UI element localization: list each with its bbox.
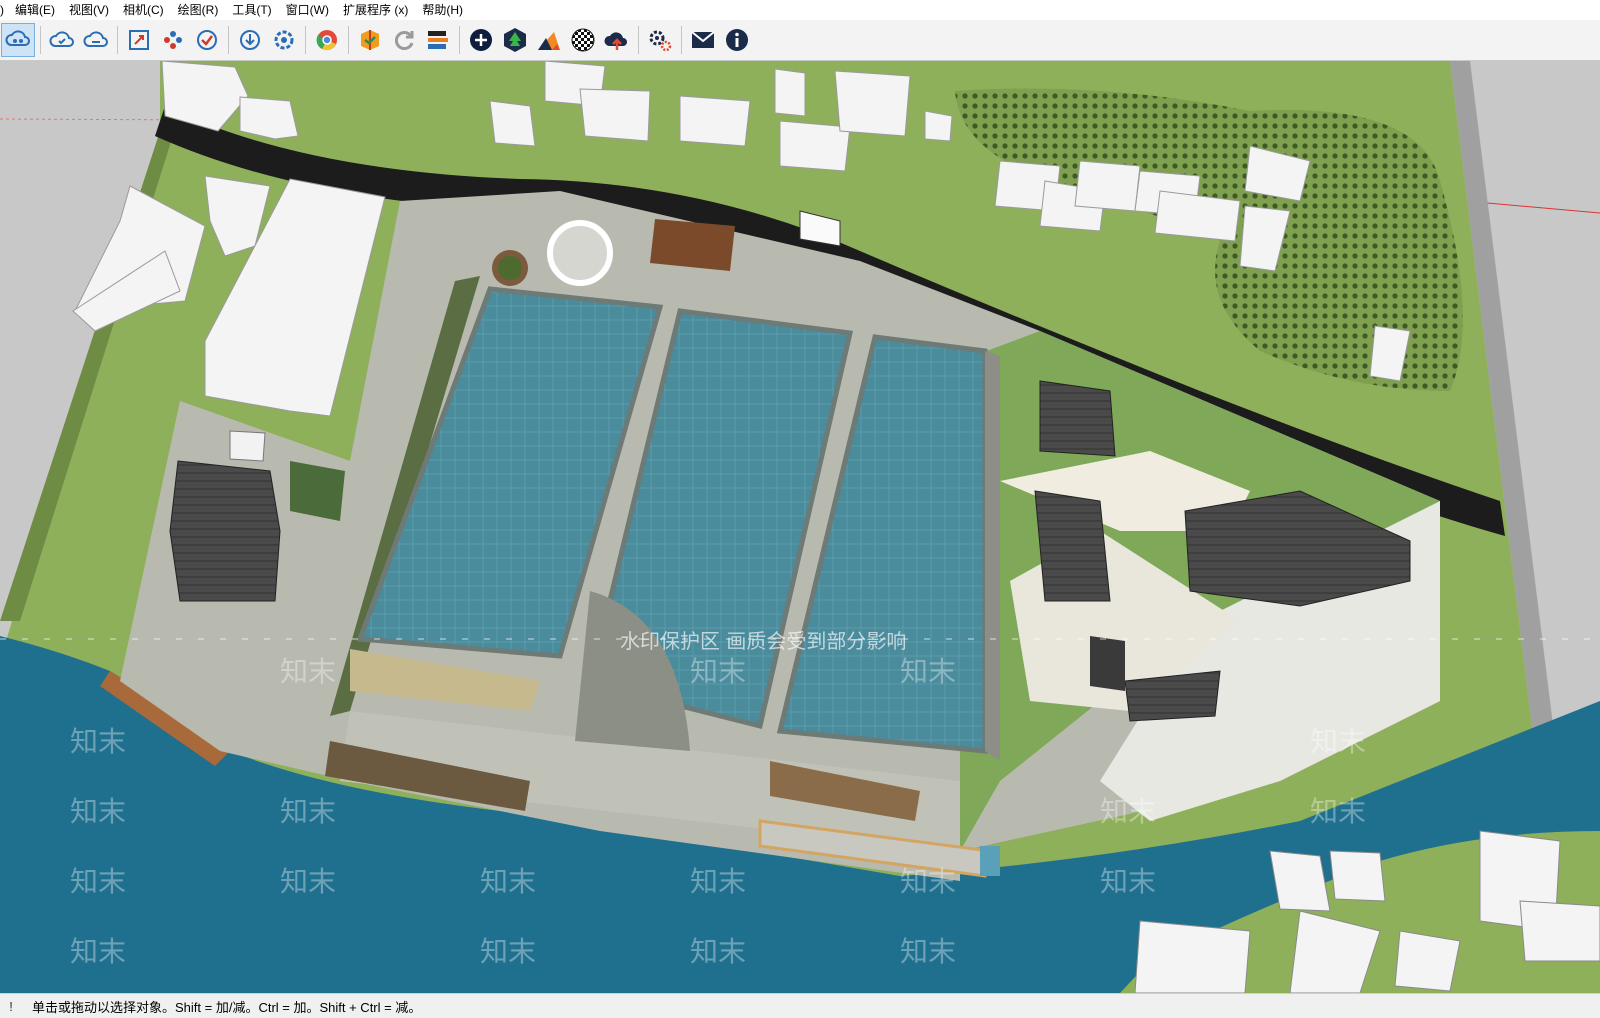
watermark: 知末	[70, 935, 126, 968]
east-house-4	[1090, 636, 1125, 691]
extension-store-icon[interactable]	[354, 24, 386, 56]
menu-item-extensions[interactable]: 扩展程序 (x)	[336, 0, 415, 20]
cloud-sync-icon[interactable]	[46, 24, 78, 56]
menu-bar: ) 编辑(E) 视图(V) 相机(C) 绘图(R) 工具(T) 窗口(W) 扩展…	[0, 0, 1600, 20]
blue-feature	[980, 846, 1000, 876]
site-model-render: 水印保护区 画质会受到部分影响 知末 知末 知末 知末 知末 知末 知末 知末 …	[0, 61, 1600, 993]
cloud-upload-icon[interactable]	[80, 24, 112, 56]
validate-icon[interactable]	[191, 24, 223, 56]
toolbar-separator	[117, 26, 118, 54]
watermark: 知末	[1100, 865, 1156, 898]
status-bar: ! 单击或拖动以选择对象。Shift = 加/减。Ctrl = 加。Shift …	[0, 993, 1600, 1018]
watermark: 知末	[900, 865, 956, 898]
round-plaza	[547, 220, 613, 286]
download-icon[interactable]	[234, 24, 266, 56]
watermark: 知末	[690, 935, 746, 968]
toolbar-separator	[638, 26, 639, 54]
watermark: 知末	[70, 865, 126, 898]
toolbar-separator	[305, 26, 306, 54]
watermark: 知末	[1310, 725, 1366, 758]
pool-wall	[985, 351, 1000, 761]
watermark: 知末	[690, 865, 746, 898]
model-viewport[interactable]: 水印保护区 画质会受到部分影响 知末 知末 知末 知末 知末 知末 知末 知末 …	[0, 61, 1600, 993]
watermark: 知末	[280, 865, 336, 898]
west-house-roof	[169, 460, 281, 602]
east-house-2	[1034, 490, 1111, 602]
menu-item-camera[interactable]: 相机(C)	[116, 0, 171, 20]
brown-pavilion	[650, 219, 735, 271]
watermark: 知末	[280, 795, 336, 828]
toolbar	[0, 20, 1600, 61]
refresh-icon[interactable]	[388, 24, 420, 56]
watermark: 知末	[480, 935, 536, 968]
toolbar-separator	[681, 26, 682, 54]
menu-item-help[interactable]: 帮助(H)	[415, 0, 470, 20]
watermark: 知末	[70, 725, 126, 758]
watermark-notice: 水印保护区 画质会受到部分影响	[620, 629, 906, 653]
menu-item-view[interactable]: 视图(V)	[62, 0, 116, 20]
west-garden	[290, 461, 345, 521]
status-info-icon[interactable]: !	[0, 999, 22, 1014]
add-icon[interactable]	[465, 24, 497, 56]
watermark: 知末	[280, 655, 336, 688]
toolbar-separator	[40, 26, 41, 54]
watermark: 知末	[690, 655, 746, 688]
watermark: 知末	[480, 865, 536, 898]
components-icon[interactable]	[157, 24, 189, 56]
toolbar-separator	[459, 26, 460, 54]
west-white-box	[229, 430, 266, 462]
settings-icon[interactable]	[268, 24, 300, 56]
scene-export-icon[interactable]	[422, 24, 454, 56]
east-house-1	[1039, 380, 1116, 457]
zoom-extents-icon[interactable]	[123, 24, 155, 56]
toolbar-separator	[228, 26, 229, 54]
watermark: 知末	[1100, 795, 1156, 828]
watermark: 知末	[70, 795, 126, 828]
status-message: 单击或拖动以选择对象。Shift = 加/减。Ctrl = 加。Shift + …	[32, 999, 422, 1015]
layers-icon[interactable]	[533, 24, 565, 56]
menu-item-edit[interactable]: 编辑(E)	[8, 0, 62, 20]
cloud-share-icon[interactable]	[1, 23, 35, 57]
mail-icon[interactable]	[687, 24, 719, 56]
menu-item-draw[interactable]: 绘图(R)	[171, 0, 226, 20]
toolbar-separator	[348, 26, 349, 54]
menu-item-partial[interactable]: )	[0, 0, 8, 20]
tree-icon[interactable]	[499, 24, 531, 56]
gear-icon[interactable]	[644, 24, 676, 56]
menu-item-tools[interactable]: 工具(T)	[225, 0, 278, 20]
round-planter-center	[498, 256, 522, 280]
info-icon[interactable]	[721, 24, 753, 56]
cloud-arrow-icon[interactable]	[601, 24, 633, 56]
checker-icon[interactable]	[567, 24, 599, 56]
menu-item-window[interactable]: 窗口(W)	[279, 0, 336, 20]
watermark: 知末	[900, 655, 956, 688]
watermark: 知末	[1310, 795, 1366, 828]
watermark: 知末	[900, 935, 956, 968]
chrome-icon[interactable]	[311, 24, 343, 56]
